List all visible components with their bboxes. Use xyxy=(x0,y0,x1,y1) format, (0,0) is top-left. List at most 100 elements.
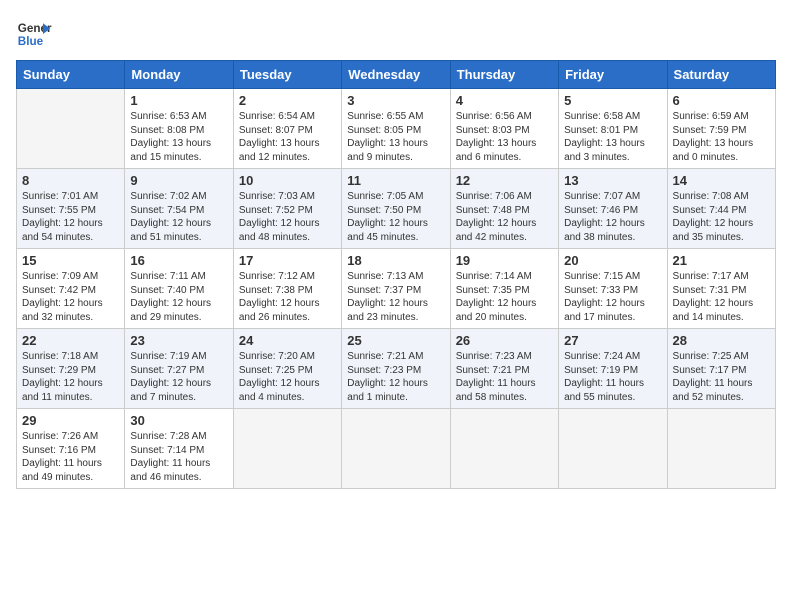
calendar-cell: 5 Sunrise: 6:58 AMSunset: 8:01 PMDaylight… xyxy=(559,89,667,169)
day-number: 21 xyxy=(673,253,770,268)
day-number: 24 xyxy=(239,333,336,348)
day-number: 15 xyxy=(22,253,119,268)
calendar-cell xyxy=(559,409,667,489)
calendar-cell: 14 Sunrise: 7:08 AMSunset: 7:44 PMDayligh… xyxy=(667,169,775,249)
day-number: 12 xyxy=(456,173,553,188)
calendar-cell: 27 Sunrise: 7:24 AMSunset: 7:19 PMDayligh… xyxy=(559,329,667,409)
day-number: 27 xyxy=(564,333,661,348)
weekday-header-monday: Monday xyxy=(125,61,233,89)
calendar-week-4: 22 Sunrise: 7:18 AMSunset: 7:29 PMDayligh… xyxy=(17,329,776,409)
logo-icon: General Blue xyxy=(16,16,52,52)
calendar-header-row: SundayMondayTuesdayWednesdayThursdayFrid… xyxy=(17,61,776,89)
day-number: 13 xyxy=(564,173,661,188)
day-number: 2 xyxy=(239,93,336,108)
calendar-cell xyxy=(667,409,775,489)
day-detail: Sunrise: 6:58 AMSunset: 8:01 PMDaylight:… xyxy=(564,110,661,164)
logo: General Blue xyxy=(16,16,52,52)
day-detail: Sunrise: 7:08 AMSunset: 7:44 PMDaylight:… xyxy=(673,190,770,244)
calendar-cell: 17 Sunrise: 7:12 AMSunset: 7:38 PMDayligh… xyxy=(233,249,341,329)
day-detail: Sunrise: 7:02 AMSunset: 7:54 PMDaylight:… xyxy=(130,190,227,244)
weekday-header-saturday: Saturday xyxy=(667,61,775,89)
day-number: 28 xyxy=(673,333,770,348)
day-number: 8 xyxy=(22,173,119,188)
calendar-cell: 28 Sunrise: 7:25 AMSunset: 7:17 PMDayligh… xyxy=(667,329,775,409)
calendar-cell: 13Sunrise: 7:07 AMSunset: 7:46 PMDayligh… xyxy=(559,169,667,249)
day-detail: Sunrise: 7:20 AMSunset: 7:25 PMDaylight:… xyxy=(239,350,336,404)
day-detail: Sunrise: 7:26 AMSunset: 7:16 PMDaylight:… xyxy=(22,430,119,484)
calendar-cell xyxy=(342,409,450,489)
calendar-cell: 22 Sunrise: 7:18 AMSunset: 7:29 PMDayligh… xyxy=(17,329,125,409)
calendar-cell xyxy=(450,409,558,489)
day-detail: Sunrise: 6:59 AMSunset: 7:59 PMDaylight:… xyxy=(673,110,770,164)
day-detail: Sunrise: 7:21 AMSunset: 7:23 PMDaylight:… xyxy=(347,350,444,404)
day-detail: Sunrise: 7:17 AMSunset: 7:31 PMDaylight:… xyxy=(673,270,770,324)
day-number: 5 xyxy=(564,93,661,108)
calendar-week-5: 29 Sunrise: 7:26 AMSunset: 7:16 PMDayligh… xyxy=(17,409,776,489)
day-detail: Sunrise: 6:54 AMSunset: 8:07 PMDaylight:… xyxy=(239,110,336,164)
calendar-cell: 11 Sunrise: 7:05 AMSunset: 7:50 PMDayligh… xyxy=(342,169,450,249)
day-detail: Sunrise: 7:01 AMSunset: 7:55 PMDaylight:… xyxy=(22,190,119,244)
calendar-cell: 20 Sunrise: 7:15 AMSunset: 7:33 PMDayligh… xyxy=(559,249,667,329)
day-detail: Sunrise: 7:28 AMSunset: 7:14 PMDaylight:… xyxy=(130,430,227,484)
calendar-cell: 8 Sunrise: 7:01 AMSunset: 7:55 PMDaylight… xyxy=(17,169,125,249)
weekday-header-sunday: Sunday xyxy=(17,61,125,89)
day-detail: Sunrise: 7:14 AMSunset: 7:35 PMDaylight:… xyxy=(456,270,553,324)
calendar-cell: 19 Sunrise: 7:14 AMSunset: 7:35 PMDayligh… xyxy=(450,249,558,329)
calendar-week-2: 8 Sunrise: 7:01 AMSunset: 7:55 PMDaylight… xyxy=(17,169,776,249)
day-number: 14 xyxy=(673,173,770,188)
day-number: 11 xyxy=(347,173,444,188)
calendar-cell: 23 Sunrise: 7:19 AMSunset: 7:27 PMDayligh… xyxy=(125,329,233,409)
day-number: 16 xyxy=(130,253,227,268)
calendar-cell: 4 Sunrise: 6:56 AMSunset: 8:03 PMDaylight… xyxy=(450,89,558,169)
day-number: 18 xyxy=(347,253,444,268)
page-header: General Blue xyxy=(16,16,776,52)
day-detail: Sunrise: 7:12 AMSunset: 7:38 PMDaylight:… xyxy=(239,270,336,324)
calendar-cell: 3 Sunrise: 6:55 AMSunset: 8:05 PMDaylight… xyxy=(342,89,450,169)
empty-cell xyxy=(17,89,125,169)
day-detail: Sunrise: 7:03 AMSunset: 7:52 PMDaylight:… xyxy=(239,190,336,244)
day-number: 19 xyxy=(456,253,553,268)
calendar-cell: 25 Sunrise: 7:21 AMSunset: 7:23 PMDayligh… xyxy=(342,329,450,409)
day-number: 17 xyxy=(239,253,336,268)
calendar-week-1: 1Sunrise: 6:53 AMSunset: 8:08 PMDaylight… xyxy=(17,89,776,169)
day-detail: Sunrise: 6:55 AMSunset: 8:05 PMDaylight:… xyxy=(347,110,444,164)
calendar-cell: 16 Sunrise: 7:11 AMSunset: 7:40 PMDayligh… xyxy=(125,249,233,329)
day-number: 29 xyxy=(22,413,119,428)
calendar-cell: 10 Sunrise: 7:03 AMSunset: 7:52 PMDayligh… xyxy=(233,169,341,249)
calendar-table: SundayMondayTuesdayWednesdayThursdayFrid… xyxy=(16,60,776,489)
day-detail: Sunrise: 7:18 AMSunset: 7:29 PMDaylight:… xyxy=(22,350,119,404)
weekday-header-tuesday: Tuesday xyxy=(233,61,341,89)
day-number: 22 xyxy=(22,333,119,348)
day-detail: Sunrise: 7:09 AMSunset: 7:42 PMDaylight:… xyxy=(22,270,119,324)
calendar-cell: 6 Sunrise: 6:59 AMSunset: 7:59 PMDaylight… xyxy=(667,89,775,169)
day-detail: Sunrise: 7:23 AMSunset: 7:21 PMDaylight:… xyxy=(456,350,553,404)
calendar-cell: 30Sunrise: 7:28 AMSunset: 7:14 PMDayligh… xyxy=(125,409,233,489)
day-number: 9 xyxy=(130,173,227,188)
day-number: 4 xyxy=(456,93,553,108)
calendar-cell xyxy=(233,409,341,489)
calendar-cell: 12Sunrise: 7:06 AMSunset: 7:48 PMDayligh… xyxy=(450,169,558,249)
day-number: 25 xyxy=(347,333,444,348)
day-detail: Sunrise: 6:56 AMSunset: 8:03 PMDaylight:… xyxy=(456,110,553,164)
day-detail: Sunrise: 7:19 AMSunset: 7:27 PMDaylight:… xyxy=(130,350,227,404)
day-detail: Sunrise: 7:25 AMSunset: 7:17 PMDaylight:… xyxy=(673,350,770,404)
calendar-cell: 26 Sunrise: 7:23 AMSunset: 7:21 PMDayligh… xyxy=(450,329,558,409)
day-number: 3 xyxy=(347,93,444,108)
day-detail: Sunrise: 7:05 AMSunset: 7:50 PMDaylight:… xyxy=(347,190,444,244)
day-number: 20 xyxy=(564,253,661,268)
weekday-header-thursday: Thursday xyxy=(450,61,558,89)
day-detail: Sunrise: 7:24 AMSunset: 7:19 PMDaylight:… xyxy=(564,350,661,404)
weekday-header-wednesday: Wednesday xyxy=(342,61,450,89)
calendar-week-3: 15 Sunrise: 7:09 AMSunset: 7:42 PMDayligh… xyxy=(17,249,776,329)
day-detail: Sunrise: 7:15 AMSunset: 7:33 PMDaylight:… xyxy=(564,270,661,324)
svg-text:Blue: Blue xyxy=(18,35,44,48)
calendar-cell: 1Sunrise: 6:53 AMSunset: 8:08 PMDaylight… xyxy=(125,89,233,169)
day-number: 26 xyxy=(456,333,553,348)
calendar-cell: 2 Sunrise: 6:54 AMSunset: 8:07 PMDaylight… xyxy=(233,89,341,169)
day-number: 10 xyxy=(239,173,336,188)
day-detail: Sunrise: 7:11 AMSunset: 7:40 PMDaylight:… xyxy=(130,270,227,324)
day-number: 6 xyxy=(673,93,770,108)
calendar-cell: 9 Sunrise: 7:02 AMSunset: 7:54 PMDaylight… xyxy=(125,169,233,249)
day-number: 23 xyxy=(130,333,227,348)
day-detail: Sunrise: 6:53 AMSunset: 8:08 PMDaylight:… xyxy=(130,110,227,164)
